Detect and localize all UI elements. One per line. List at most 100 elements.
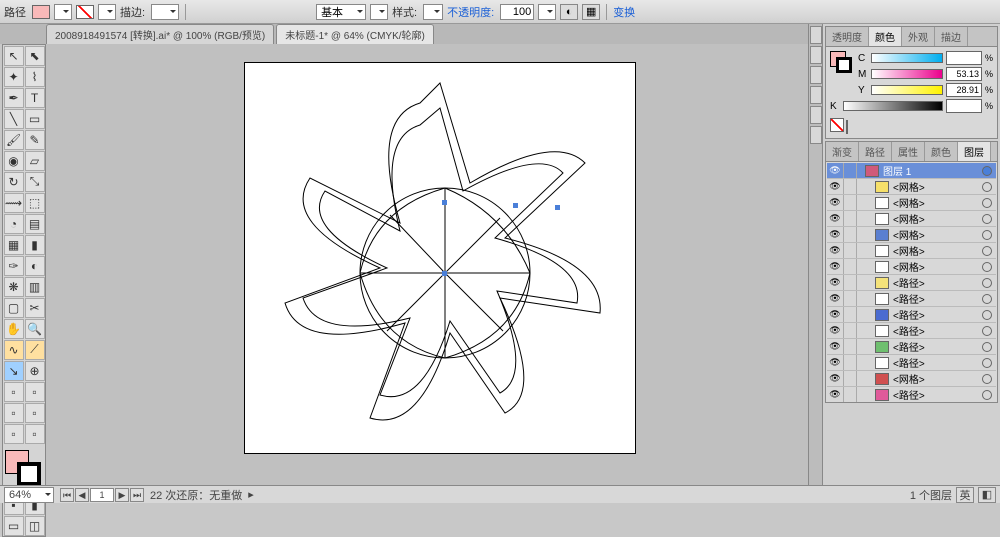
fill-dropdown[interactable]: [54, 4, 72, 20]
channel-value[interactable]: [946, 99, 982, 113]
layer-name[interactable]: <路径>: [891, 323, 982, 338]
ime-indicator[interactable]: 英: [956, 487, 974, 503]
perspective-tool[interactable]: ▤: [25, 214, 45, 234]
fill-swatch[interactable]: [32, 5, 50, 19]
layer-name[interactable]: <路径>: [891, 275, 982, 290]
lock-cell[interactable]: [843, 371, 857, 386]
layer-row[interactable]: 👁 <路径>: [827, 355, 996, 371]
layer-row[interactable]: 👁 <网格>: [827, 371, 996, 387]
target-icon[interactable]: [982, 198, 992, 208]
visibility-icon[interactable]: 👁: [827, 325, 843, 336]
strip-icon[interactable]: [810, 106, 822, 124]
target-icon[interactable]: [982, 230, 992, 240]
doc-tab-1[interactable]: 2008918491574 [转换].ai* @ 100% (RGB/预览): [46, 24, 274, 44]
tab-opacity[interactable]: 透明度: [826, 27, 869, 46]
rotate-tool[interactable]: ↻: [4, 172, 24, 192]
lock-cell[interactable]: [843, 259, 857, 274]
align-icon[interactable]: ▦: [582, 4, 600, 20]
channel-value[interactable]: [946, 51, 982, 65]
tool-d[interactable]: ▫: [25, 403, 45, 423]
layer-name[interactable]: <网格>: [891, 211, 982, 226]
lock-cell[interactable]: [843, 195, 857, 210]
status-icon[interactable]: ◧: [978, 487, 996, 503]
tab-layers[interactable]: 图层: [958, 142, 991, 161]
tool-b[interactable]: ▫: [25, 382, 45, 402]
layer-row[interactable]: 👁 <路径>: [827, 323, 996, 339]
lock-cell[interactable]: [843, 339, 857, 354]
eyedropper-tool[interactable]: ✑: [4, 256, 24, 276]
visibility-icon[interactable]: 👁: [827, 181, 843, 192]
artboard-tool[interactable]: ▢: [4, 298, 24, 318]
lock-cell[interactable]: [843, 179, 857, 194]
canvas[interactable]: [46, 44, 822, 485]
channel-slider[interactable]: [843, 101, 943, 111]
visibility-icon[interactable]: 👁: [827, 229, 843, 240]
join-tool[interactable]: ↘: [4, 361, 24, 381]
stroke-swatch[interactable]: [76, 5, 94, 19]
channel-slider[interactable]: [871, 69, 943, 79]
blend-tool[interactable]: ◐: [25, 256, 45, 276]
tool-a[interactable]: ▫: [4, 382, 24, 402]
graph-tool[interactable]: ▥: [25, 277, 45, 297]
tool-f[interactable]: ▫: [25, 424, 45, 444]
lock-cell[interactable]: [843, 323, 857, 338]
first-page-button[interactable]: ⏮: [60, 488, 74, 502]
strip-icon[interactable]: [810, 66, 822, 84]
brush-menu[interactable]: [370, 4, 388, 20]
tool-c[interactable]: ▫: [4, 403, 24, 423]
blob-brush-tool[interactable]: ◉: [4, 151, 24, 171]
tab-gradient[interactable]: 渐变: [826, 142, 859, 161]
line-tool[interactable]: ╲: [4, 109, 24, 129]
layer-name[interactable]: <网格>: [891, 195, 982, 210]
draw-mode-tool[interactable]: ◫: [25, 516, 45, 536]
tab-appearance[interactable]: 外观: [902, 27, 935, 46]
visibility-icon[interactable]: 👁: [827, 165, 843, 176]
none-swatch[interactable]: [830, 118, 844, 132]
page-number[interactable]: 1: [90, 488, 114, 502]
tab-attributes[interactable]: 属性: [892, 142, 925, 161]
layer-row[interactable]: 👁<路径>: [827, 291, 996, 307]
target-icon[interactable]: [982, 294, 992, 304]
visibility-icon[interactable]: 👁: [827, 309, 843, 320]
symbol-sprayer-tool[interactable]: ❋: [4, 277, 24, 297]
recolor-icon[interactable]: ◐: [560, 4, 578, 20]
visibility-icon[interactable]: 👁: [827, 197, 843, 208]
target-icon[interactable]: [982, 390, 992, 400]
target-icon[interactable]: [982, 166, 992, 176]
layer-name[interactable]: <路径>: [891, 355, 982, 370]
anchor-tool[interactable]: ⟋: [25, 340, 45, 360]
target-icon[interactable]: [982, 326, 992, 336]
zoom-dropdown[interactable]: 64%: [4, 487, 54, 503]
visibility-icon[interactable]: 👁: [827, 341, 843, 352]
pen-tool[interactable]: ✒: [4, 88, 24, 108]
next-page-button[interactable]: ▶: [115, 488, 129, 502]
type-tool[interactable]: T: [25, 88, 45, 108]
lasso-tool[interactable]: ⌇: [25, 67, 45, 87]
lock-cell[interactable]: [843, 211, 857, 226]
artboard[interactable]: [244, 62, 636, 454]
visibility-icon[interactable]: 👁: [827, 373, 843, 384]
gradient-tool[interactable]: ▮: [25, 235, 45, 255]
stroke-dropdown[interactable]: [98, 4, 116, 20]
strip-icon[interactable]: [810, 126, 822, 144]
rectangle-tool[interactable]: ▭: [25, 109, 45, 129]
spectrum-bar[interactable]: [846, 120, 848, 134]
lock-cell[interactable]: [843, 275, 857, 290]
channel-slider[interactable]: [871, 85, 943, 95]
channel-slider[interactable]: [871, 53, 943, 63]
lock-cell[interactable]: [843, 307, 857, 322]
layer-row[interactable]: 👁<路径>: [827, 339, 996, 355]
layer-name[interactable]: <网格>: [891, 227, 982, 242]
prev-page-button[interactable]: ◀: [75, 488, 89, 502]
layer-row[interactable]: 👁<网格>: [827, 211, 996, 227]
eraser-tool[interactable]: ▱: [25, 151, 45, 171]
visibility-icon[interactable]: 👁: [827, 261, 843, 272]
layer-name[interactable]: <网格>: [891, 371, 982, 386]
layer-row[interactable]: 👁 <网格>: [827, 227, 996, 243]
visibility-icon[interactable]: 👁: [827, 357, 843, 368]
tab-stroke[interactable]: 描边: [935, 27, 968, 46]
opacity-label[interactable]: 不透明度:: [447, 4, 494, 20]
brush-dropdown[interactable]: 基本: [316, 4, 366, 20]
tab-color[interactable]: 颜色: [869, 27, 902, 46]
target-icon[interactable]: [982, 214, 992, 224]
